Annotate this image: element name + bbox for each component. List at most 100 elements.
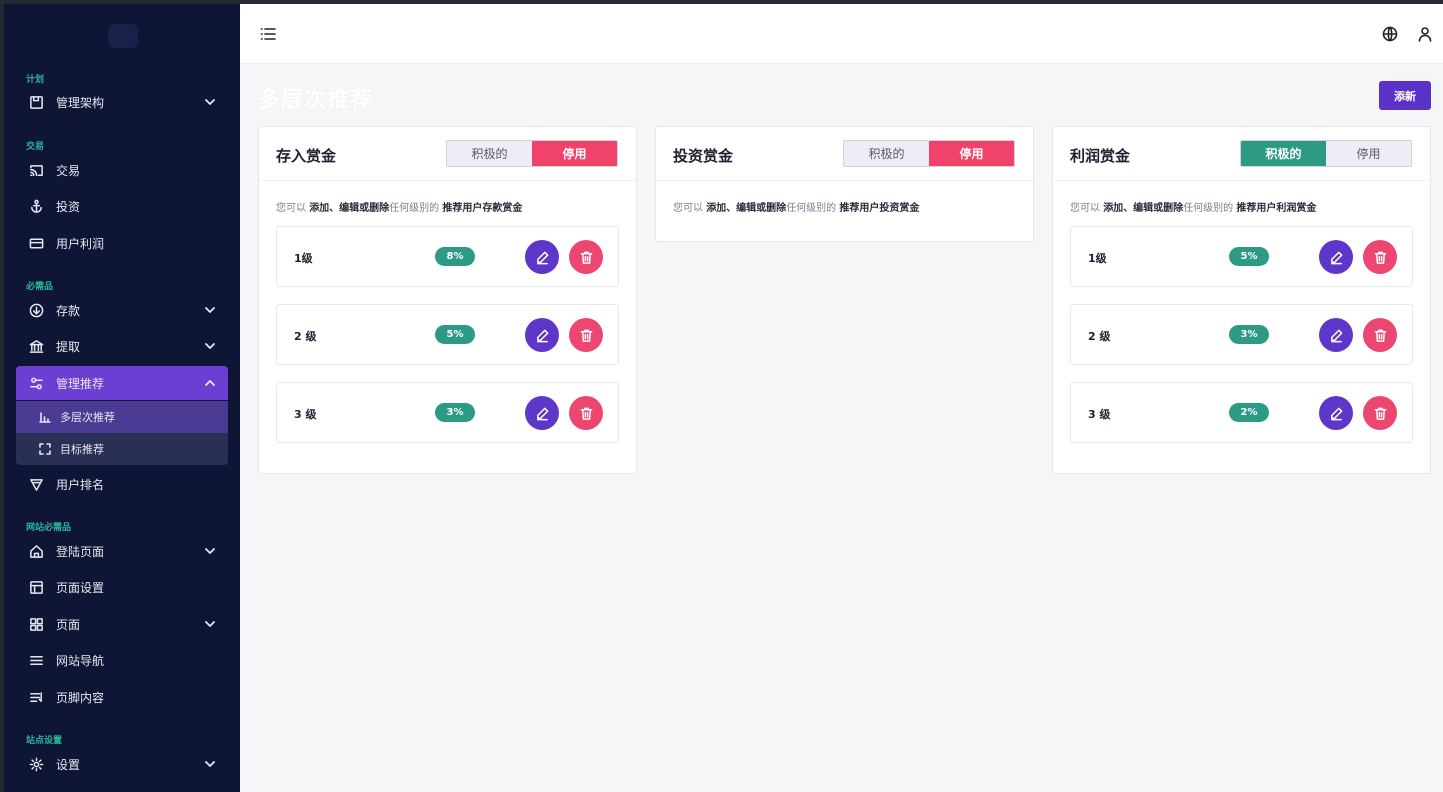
sidebar-item-label: 管理架构	[56, 95, 105, 110]
bank-icon	[28, 338, 44, 354]
save-icon	[28, 94, 44, 110]
sidebar-item-footer-content[interactable]: 页脚内容	[16, 680, 228, 714]
edit-level-button[interactable]	[525, 318, 559, 352]
sidebar-item-label: 网站导航	[56, 653, 105, 668]
sliders-icon	[28, 375, 44, 391]
level-name: 2 级	[1088, 330, 1111, 343]
edit-level-button[interactable]	[1319, 318, 1353, 352]
delete-level-button[interactable]	[569, 318, 603, 352]
section-label-trade: 交易	[26, 142, 45, 152]
menu-toggle-icon[interactable]	[260, 26, 278, 42]
delete-level-button[interactable]	[1363, 240, 1397, 274]
percent-badge: 3%	[435, 403, 475, 422]
anchor-icon	[28, 198, 44, 214]
menu-icon	[28, 652, 44, 668]
home-icon	[28, 543, 44, 559]
chevron-up-icon	[204, 377, 216, 389]
level-name: 3 级	[294, 408, 317, 421]
card-investment-bounty: 投资赏金 积极的 停用 您可以 添加、编辑或删除任何级别的 推荐用户投资赏金	[655, 126, 1034, 242]
sidebar-item-site-navigation[interactable]: 网站导航	[16, 643, 228, 677]
sidebar-item-pages[interactable]: 页面	[16, 607, 228, 641]
sidebar-item-transaction[interactable]: 交易	[16, 153, 228, 187]
delete-level-button[interactable]	[569, 240, 603, 274]
add-new-button[interactable]: 添新	[1379, 81, 1431, 110]
edit-level-button[interactable]	[525, 396, 559, 430]
trash-icon	[580, 329, 592, 342]
layout-icon	[28, 579, 44, 595]
sidebar: 计划 管理架构 交易 交易 投资 用户利润 必需品 存款 提取 管理推荐 多层次…	[4, 4, 240, 792]
status-toggle: 积极的 停用	[843, 140, 1015, 167]
card-header: 投资赏金 积极的 停用	[656, 127, 1033, 181]
card-title: 利润赏金	[1070, 147, 1131, 165]
card-description: 您可以 添加、编辑或删除任何级别的 推荐用户利润赏金	[1070, 203, 1317, 214]
arrow-down-circle-icon	[28, 302, 44, 318]
trash-icon	[580, 407, 592, 420]
edit-level-button[interactable]	[1319, 396, 1353, 430]
level-row: 1级 8%	[276, 226, 619, 287]
sidebar-item-label: 页面设置	[56, 580, 105, 595]
sidebar-item-user-profit[interactable]: 用户利润	[16, 226, 228, 260]
toggle-disabled-option[interactable]: 停用	[929, 141, 1014, 166]
percent-badge: 8%	[435, 247, 475, 266]
sidebar-subitem-multilevel-referral[interactable]: 多层次推荐	[16, 401, 228, 433]
sidebar-item-label: 提取	[56, 339, 81, 354]
chevron-down-icon	[204, 758, 216, 770]
toggle-active-option[interactable]: 积极的	[844, 141, 929, 166]
delete-level-button[interactable]	[1363, 318, 1397, 352]
level-name: 3 级	[1088, 408, 1111, 421]
card-profit-bounty: 利润赏金 积极的 停用 您可以 添加、编辑或删除任何级别的 推荐用户利润赏金 1…	[1052, 126, 1431, 474]
pencil-icon	[1330, 251, 1342, 264]
delete-level-button[interactable]	[569, 396, 603, 430]
card-deposit-bounty: 存入赏金 积极的 停用 您可以 添加、编辑或删除任何级别的 推荐用户存款赏金 1…	[258, 126, 637, 474]
section-label-plan: 计划	[26, 75, 45, 85]
percent-badge: 2%	[1229, 403, 1269, 422]
edit-level-button[interactable]	[1319, 240, 1353, 274]
sidebar-item-withdraw[interactable]: 提取	[16, 329, 228, 363]
section-label-site-essentials: 网站必需品	[26, 523, 72, 533]
section-label-essentials: 必需品	[26, 282, 54, 292]
edit-level-button[interactable]	[525, 240, 559, 274]
card-description: 您可以 添加、编辑或删除任何级别的 推荐用户存款赏金	[276, 203, 523, 214]
level-row: 2 级 3%	[1070, 304, 1413, 365]
level-name: 1级	[294, 252, 313, 265]
sidebar-item-investment[interactable]: 投资	[16, 189, 228, 223]
pencil-icon	[536, 251, 548, 264]
sidebar-item-manage-referral[interactable]: 管理推荐	[16, 366, 228, 400]
user-icon[interactable]	[1417, 26, 1435, 44]
sidebar-item-label: 登陆页面	[56, 544, 105, 559]
globe-icon[interactable]	[1382, 26, 1400, 44]
chevron-down-icon	[204, 340, 216, 352]
sidebar-item-label: 页面	[56, 617, 81, 632]
toggle-disabled-option[interactable]: 停用	[1326, 141, 1411, 166]
sidebar-item-label: 存款	[56, 303, 81, 318]
status-toggle: 积极的 停用	[1240, 140, 1412, 167]
sidebar-item-deposit[interactable]: 存款	[16, 293, 228, 327]
card-header: 存入赏金 积极的 停用	[259, 127, 636, 181]
pencil-icon	[536, 407, 548, 420]
sidebar-item-landing-page[interactable]: 登陆页面	[16, 534, 228, 568]
sidebar-subitem-target-referral[interactable]: 目标推荐	[16, 433, 228, 465]
toggle-disabled-option[interactable]: 停用	[532, 141, 617, 166]
card-title: 投资赏金	[673, 147, 734, 165]
cast-icon	[28, 162, 44, 178]
percent-badge: 5%	[435, 325, 475, 344]
pencil-icon	[1330, 407, 1342, 420]
section-label-site-settings: 站点设置	[26, 736, 63, 746]
sidebar-item-page-settings[interactable]: 页面设置	[16, 570, 228, 604]
level-row: 1级 5%	[1070, 226, 1413, 287]
percent-badge: 5%	[1229, 247, 1269, 266]
brand-logo[interactable]	[108, 24, 138, 48]
delete-level-button[interactable]	[1363, 396, 1397, 430]
level-name: 2 级	[294, 330, 317, 343]
trash-icon	[1374, 329, 1386, 342]
pencil-icon	[536, 329, 548, 342]
trash-icon	[1374, 407, 1386, 420]
level-row: 3 级 2%	[1070, 382, 1413, 443]
sidebar-item-label: 用户利润	[56, 236, 105, 251]
toggle-active-option[interactable]: 积极的	[447, 141, 532, 166]
credit-card-icon	[28, 235, 44, 251]
sidebar-item-manage-structure[interactable]: 管理架构	[16, 85, 228, 119]
sidebar-item-user-ranking[interactable]: 用户排名	[16, 467, 228, 501]
toggle-active-option[interactable]: 积极的	[1241, 141, 1326, 166]
sidebar-item-settings[interactable]: 设置	[16, 747, 228, 781]
